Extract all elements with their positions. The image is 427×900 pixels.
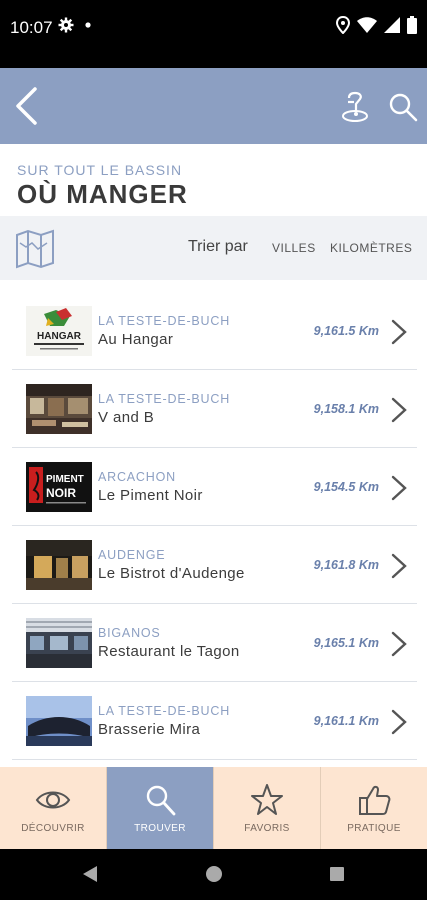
- restaurant-city: LA TESTE-DE-BUCH: [98, 392, 231, 406]
- tab-label: PRATIQUE: [347, 823, 401, 834]
- restaurant-city: BIGANOS: [98, 626, 161, 640]
- battery-icon: [407, 16, 417, 34]
- search-icon: [146, 785, 176, 816]
- back-button[interactable]: [6, 84, 46, 128]
- sort-by-distance[interactable]: KILOMÈTRES: [330, 241, 412, 255]
- gear-icon: [58, 17, 74, 33]
- map-button[interactable]: [338, 90, 372, 124]
- signal-icon: [384, 17, 400, 33]
- restaurant-distance: 9,161.1 Km: [313, 714, 379, 728]
- restaurant-city: LA TESTE-DE-BUCH: [98, 704, 231, 718]
- sort-label: Trier par: [188, 238, 248, 255]
- page-title: OÙ MANGER: [17, 179, 188, 209]
- restaurant-thumbnail: PIMENT NOIR: [26, 462, 92, 512]
- restaurant-thumbnail: [26, 540, 92, 590]
- restaurant-thumbnail: [26, 696, 92, 746]
- restaurant-thumbnail: [26, 384, 92, 434]
- eye-icon: [35, 791, 71, 809]
- hangar-logo-text: HANGAR: [37, 331, 82, 342]
- restaurant-name: V and B: [98, 409, 155, 426]
- bottom-tab-bar: DÉCOUVRIR TROUVER FAVORIS PRATIQUE: [0, 767, 427, 849]
- tab-label: TROUVER: [134, 823, 186, 834]
- list-item[interactable]: AUDENGE Le Bistrot d'Audenge 9,161.8 Km: [12, 526, 417, 604]
- list-item[interactable]: BIGANOS Restaurant le Tagon 9,165.1 Km: [12, 604, 417, 682]
- chevron-right-icon: [391, 631, 407, 657]
- piment-logo-text-2: NOIR: [46, 486, 76, 500]
- nav-home-icon[interactable]: [205, 865, 223, 883]
- restaurant-name: Le Piment Noir: [98, 487, 203, 504]
- restaurant-thumbnail: HANGAR: [26, 306, 92, 356]
- status-bar: 10:07: [0, 0, 427, 68]
- list-item[interactable]: LA TESTE-DE-BUCH Brasserie Mira 9,161.1 …: [12, 682, 417, 760]
- back-arrow-icon: [16, 87, 37, 125]
- folded-map-icon: [16, 229, 54, 269]
- restaurant-city: ARCACHON: [98, 470, 176, 484]
- tab-label: DÉCOUVRIR: [21, 823, 85, 834]
- status-time: 10:07: [10, 18, 53, 37]
- title-block: SUR TOUT LE BASSIN OÙ MANGER: [0, 144, 427, 216]
- list-item[interactable]: PIMENT NOIR ARCACHON Le Piment Noir 9,15…: [12, 448, 417, 526]
- map-view-button[interactable]: [14, 229, 56, 269]
- restaurant-name: Le Bistrot d'Audenge: [98, 565, 245, 582]
- search-button[interactable]: [386, 90, 420, 124]
- search-icon: [389, 93, 418, 122]
- system-nav-bar: [0, 849, 427, 900]
- restaurant-distance: 9,165.1 Km: [313, 636, 379, 650]
- list-item[interactable]: LA TESTE-DE-BUCH V and B 9,158.1 Km: [12, 370, 417, 448]
- chevron-right-icon: [391, 319, 407, 345]
- piment-logo-text-1: PIMENT: [46, 474, 84, 485]
- map-pin-icon: [342, 91, 368, 122]
- star-icon: [251, 784, 283, 815]
- chevron-right-icon: [391, 397, 407, 423]
- nav-recents-icon[interactable]: [329, 866, 345, 882]
- nav-back-icon[interactable]: [82, 865, 98, 883]
- restaurant-distance: 9,158.1 Km: [313, 402, 379, 416]
- restaurant-name: Au Hangar: [98, 331, 174, 348]
- tab-label: FAVORIS: [244, 823, 290, 834]
- app-header: [0, 68, 427, 144]
- dot-icon: [85, 22, 91, 28]
- sort-bar: Trier par VILLES KILOMÈTRES: [0, 216, 427, 280]
- restaurant-name: Restaurant le Tagon: [98, 643, 240, 660]
- tab-pratique[interactable]: PRATIQUE: [321, 767, 427, 849]
- chevron-right-icon: [391, 475, 407, 501]
- restaurant-city: LA TESTE-DE-BUCH: [98, 314, 231, 328]
- tab-trouver[interactable]: TROUVER: [107, 767, 214, 849]
- restaurant-name: Brasserie Mira: [98, 721, 201, 738]
- restaurant-distance: 9,161.5 Km: [313, 324, 379, 338]
- sort-by-city[interactable]: VILLES: [272, 241, 316, 255]
- thumbs-up-icon: [359, 785, 391, 815]
- tab-favoris[interactable]: FAVORIS: [214, 767, 321, 849]
- chevron-right-icon: [391, 709, 407, 735]
- restaurant-city: AUDENGE: [98, 548, 166, 562]
- restaurant-distance: 9,154.5 Km: [313, 480, 379, 494]
- wifi-icon: [357, 17, 377, 33]
- chevron-right-icon: [391, 553, 407, 579]
- restaurant-distance: 9,161.8 Km: [313, 558, 379, 572]
- list-item[interactable]: HANGAR LA TESTE-DE-BUCH Au Hangar 9,161.…: [12, 292, 417, 370]
- tab-decouvrir[interactable]: DÉCOUVRIR: [0, 767, 107, 849]
- location-icon: [336, 16, 350, 34]
- page-subtitle: SUR TOUT LE BASSIN: [17, 162, 183, 178]
- restaurant-thumbnail: [26, 618, 92, 668]
- restaurant-list: HANGAR LA TESTE-DE-BUCH Au Hangar 9,161.…: [0, 292, 427, 760]
